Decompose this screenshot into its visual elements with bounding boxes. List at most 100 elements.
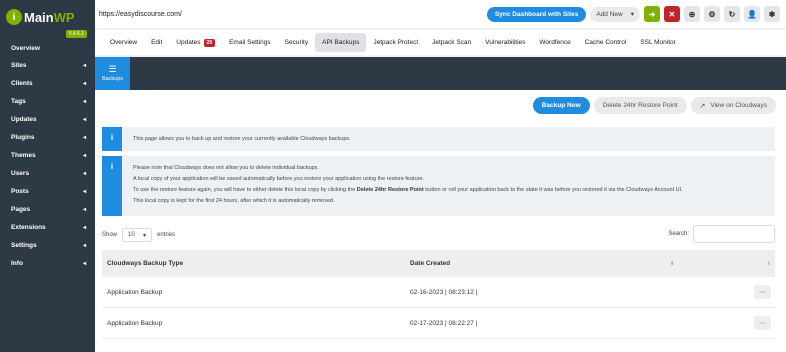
external-link-icon: ↗ bbox=[699, 102, 706, 110]
mainwp-logo[interactable]: i Main WP V.4.6.1 bbox=[0, 0, 95, 38]
logo-icon: i bbox=[6, 9, 22, 25]
top-bar: https://easydiscourse.com/ Sync Dashboar… bbox=[95, 0, 786, 28]
settings-icon[interactable]: ⚙ bbox=[704, 6, 720, 22]
column-header-type[interactable]: Cloudways Backup Type bbox=[102, 260, 410, 267]
entries-select[interactable]: 10 ▾ bbox=[122, 228, 153, 242]
date-created-cell: 02-17-2023 | 08:22:27 | bbox=[410, 319, 478, 327]
site-url[interactable]: https://easydiscourse.com/ bbox=[99, 11, 182, 18]
notice-line: This local copy is kept for the first 24… bbox=[133, 198, 335, 204]
sidebar-item-extensions[interactable]: Extensions ◂ bbox=[0, 218, 95, 236]
sidebar-item-themes[interactable]: Themes ◂ bbox=[0, 146, 95, 164]
chevron-left-icon: ◂ bbox=[82, 152, 86, 159]
tab-api-backups[interactable]: API Backups bbox=[315, 33, 367, 52]
sidebar-item-info[interactable]: Info ◂ bbox=[0, 254, 95, 272]
sidebar-item-pages[interactable]: Pages ◂ bbox=[0, 200, 95, 218]
sync-dashboard-button[interactable]: Sync Dashboard with Sites bbox=[486, 6, 587, 22]
sidebar-item-sites[interactable]: Sites ◂ bbox=[0, 56, 95, 74]
caret-down-icon: ▾ bbox=[143, 232, 147, 239]
sidebar-item-label: Updates bbox=[11, 115, 37, 123]
top-bar-actions: Sync Dashboard with Sites Add New ▾ ➜ ✕ ⊕… bbox=[486, 6, 780, 22]
tab-overview[interactable]: Overview bbox=[103, 33, 144, 52]
date-created-cell: 02-16-2023 | 08:23:12 | bbox=[410, 288, 478, 296]
backup-now-button[interactable]: Backup Now bbox=[532, 97, 590, 114]
sidebar-item-users[interactable]: Users ◂ bbox=[0, 164, 95, 182]
sidebar-item-tags[interactable]: Tags ◂ bbox=[0, 92, 95, 110]
sidebar-item-posts[interactable]: Posts ◂ bbox=[0, 182, 95, 200]
backup-type-cell: Application Backup bbox=[107, 319, 163, 327]
chevron-left-icon: ◂ bbox=[82, 206, 86, 213]
close-icon[interactable]: ✕ bbox=[664, 6, 680, 22]
main-content: Backup Now Delete 24hr Restore Point ↗ Vi… bbox=[95, 90, 786, 352]
notice-line: A local copy of your application will be… bbox=[133, 176, 425, 182]
refresh-icon[interactable]: ↻ bbox=[724, 6, 740, 22]
chevron-left-icon: ◂ bbox=[82, 188, 86, 195]
sidebar-item-label: Extensions bbox=[11, 223, 46, 231]
notice-line: To use the restore feature again, you wi… bbox=[133, 185, 683, 196]
version-badge: V.4.6.1 bbox=[65, 30, 87, 38]
sort-icon[interactable]: ⬍ bbox=[767, 261, 771, 267]
tab-label: Updates bbox=[176, 39, 201, 46]
tab-ssl-monitor[interactable]: SSL Monitor bbox=[633, 33, 683, 52]
sidebar-item-plugins[interactable]: Plugins ◂ bbox=[0, 128, 95, 146]
add-new-dropdown[interactable]: Add New ▾ bbox=[590, 6, 640, 22]
delete-restore-point-button[interactable]: Delete 24hr Restore Point bbox=[593, 97, 687, 114]
row-actions-button[interactable]: ··· bbox=[754, 285, 771, 299]
table-search: Search: bbox=[668, 225, 775, 243]
sidebar-item-label: Users bbox=[11, 169, 30, 177]
sidebar-item-label: Plugins bbox=[11, 133, 35, 141]
wordpress-icon[interactable]: ⊕ bbox=[684, 6, 700, 22]
entries-control: Show 10 ▾ entries bbox=[102, 228, 175, 242]
user-icon[interactable]: 👤 bbox=[744, 6, 760, 22]
backups-table: Cloudways Backup Type Date Created ⬍ ⬍ A… bbox=[102, 250, 775, 339]
tab-updates[interactable]: Updates 29 bbox=[169, 33, 222, 52]
gear-icon[interactable]: ✱ bbox=[764, 6, 780, 22]
sidebar-item-label: Info bbox=[11, 259, 23, 267]
chevron-left-icon: ◂ bbox=[82, 116, 86, 123]
show-label: Show bbox=[102, 232, 118, 238]
chevron-left-icon: ◂ bbox=[82, 98, 86, 105]
sidebar-item-label: Clients bbox=[11, 79, 33, 87]
updates-count-badge: 29 bbox=[203, 38, 216, 47]
tab-edit[interactable]: Edit bbox=[144, 33, 169, 52]
backups-tab[interactable]: ☰ Backups bbox=[95, 57, 130, 90]
info-icon: i bbox=[102, 127, 122, 151]
sidebar-item-label: Settings bbox=[11, 241, 37, 249]
chevron-left-icon: ◂ bbox=[82, 170, 86, 177]
chevron-left-icon: ◂ bbox=[82, 134, 86, 141]
tab-email-settings[interactable]: Email Settings bbox=[222, 33, 278, 52]
table-header: Cloudways Backup Type Date Created ⬍ ⬍ bbox=[102, 250, 775, 277]
sidebar-nav: Overview Sites ◂ Clients ◂ Tags ◂ Updates ◂ … bbox=[0, 34, 95, 272]
tab-wordfence[interactable]: Wordfence bbox=[532, 33, 577, 52]
tab-jetpack-protect[interactable]: Jetpack Protect bbox=[366, 33, 425, 52]
sidebar-item-label: Overview bbox=[11, 44, 40, 52]
search-label: Search: bbox=[668, 231, 689, 237]
sort-icon[interactable]: ⬍ bbox=[670, 261, 732, 267]
site-tabs: Overview Edit Updates 29 Email Settings S… bbox=[95, 30, 786, 55]
table-row: Application Backup 02-17-2023 | 08:22:27… bbox=[102, 308, 775, 339]
backups-tab-label: Backups bbox=[101, 76, 124, 82]
column-header-date[interactable]: Date Created bbox=[410, 260, 670, 267]
sidebar-item-updates[interactable]: Updates ◂ bbox=[0, 110, 95, 128]
backup-type-cell: Application Backup bbox=[107, 288, 163, 296]
go-icon[interactable]: ➜ bbox=[644, 6, 660, 22]
sidebar-item-label: Sites bbox=[11, 61, 27, 69]
tab-vulnerabilities[interactable]: Vulnerabilities bbox=[478, 33, 532, 52]
tab-cache-control[interactable]: Cache Control bbox=[578, 33, 634, 52]
row-actions-button[interactable]: ··· bbox=[754, 316, 771, 330]
info-notice-text: This page allows you to back up and rest… bbox=[133, 136, 351, 142]
info-notice: i This page allows you to back up and re… bbox=[102, 127, 775, 151]
tab-jetpack-scan[interactable]: Jetpack Scan bbox=[425, 33, 478, 52]
chevron-left-icon: ◂ bbox=[82, 62, 86, 69]
logo-wp-text: WP bbox=[53, 9, 75, 25]
view-on-cloudways-button[interactable]: ↗ View on Cloudways bbox=[690, 97, 776, 114]
search-input[interactable] bbox=[693, 225, 775, 243]
notice-text: To use the restore feature again, you wi… bbox=[133, 187, 357, 193]
chevron-left-icon: ◂ bbox=[82, 242, 86, 249]
caret-down-icon: ▾ bbox=[630, 11, 634, 18]
sidebar-item-clients[interactable]: Clients ◂ bbox=[0, 74, 95, 92]
sidebar: i Main WP V.4.6.1 Overview Sites ◂ Clients… bbox=[0, 0, 95, 352]
tab-security[interactable]: Security bbox=[278, 33, 315, 52]
notice-line: Please note that Cloudways does not allo… bbox=[133, 165, 319, 171]
sidebar-item-settings[interactable]: Settings ◂ bbox=[0, 236, 95, 254]
list-icon: ☰ bbox=[108, 64, 117, 74]
